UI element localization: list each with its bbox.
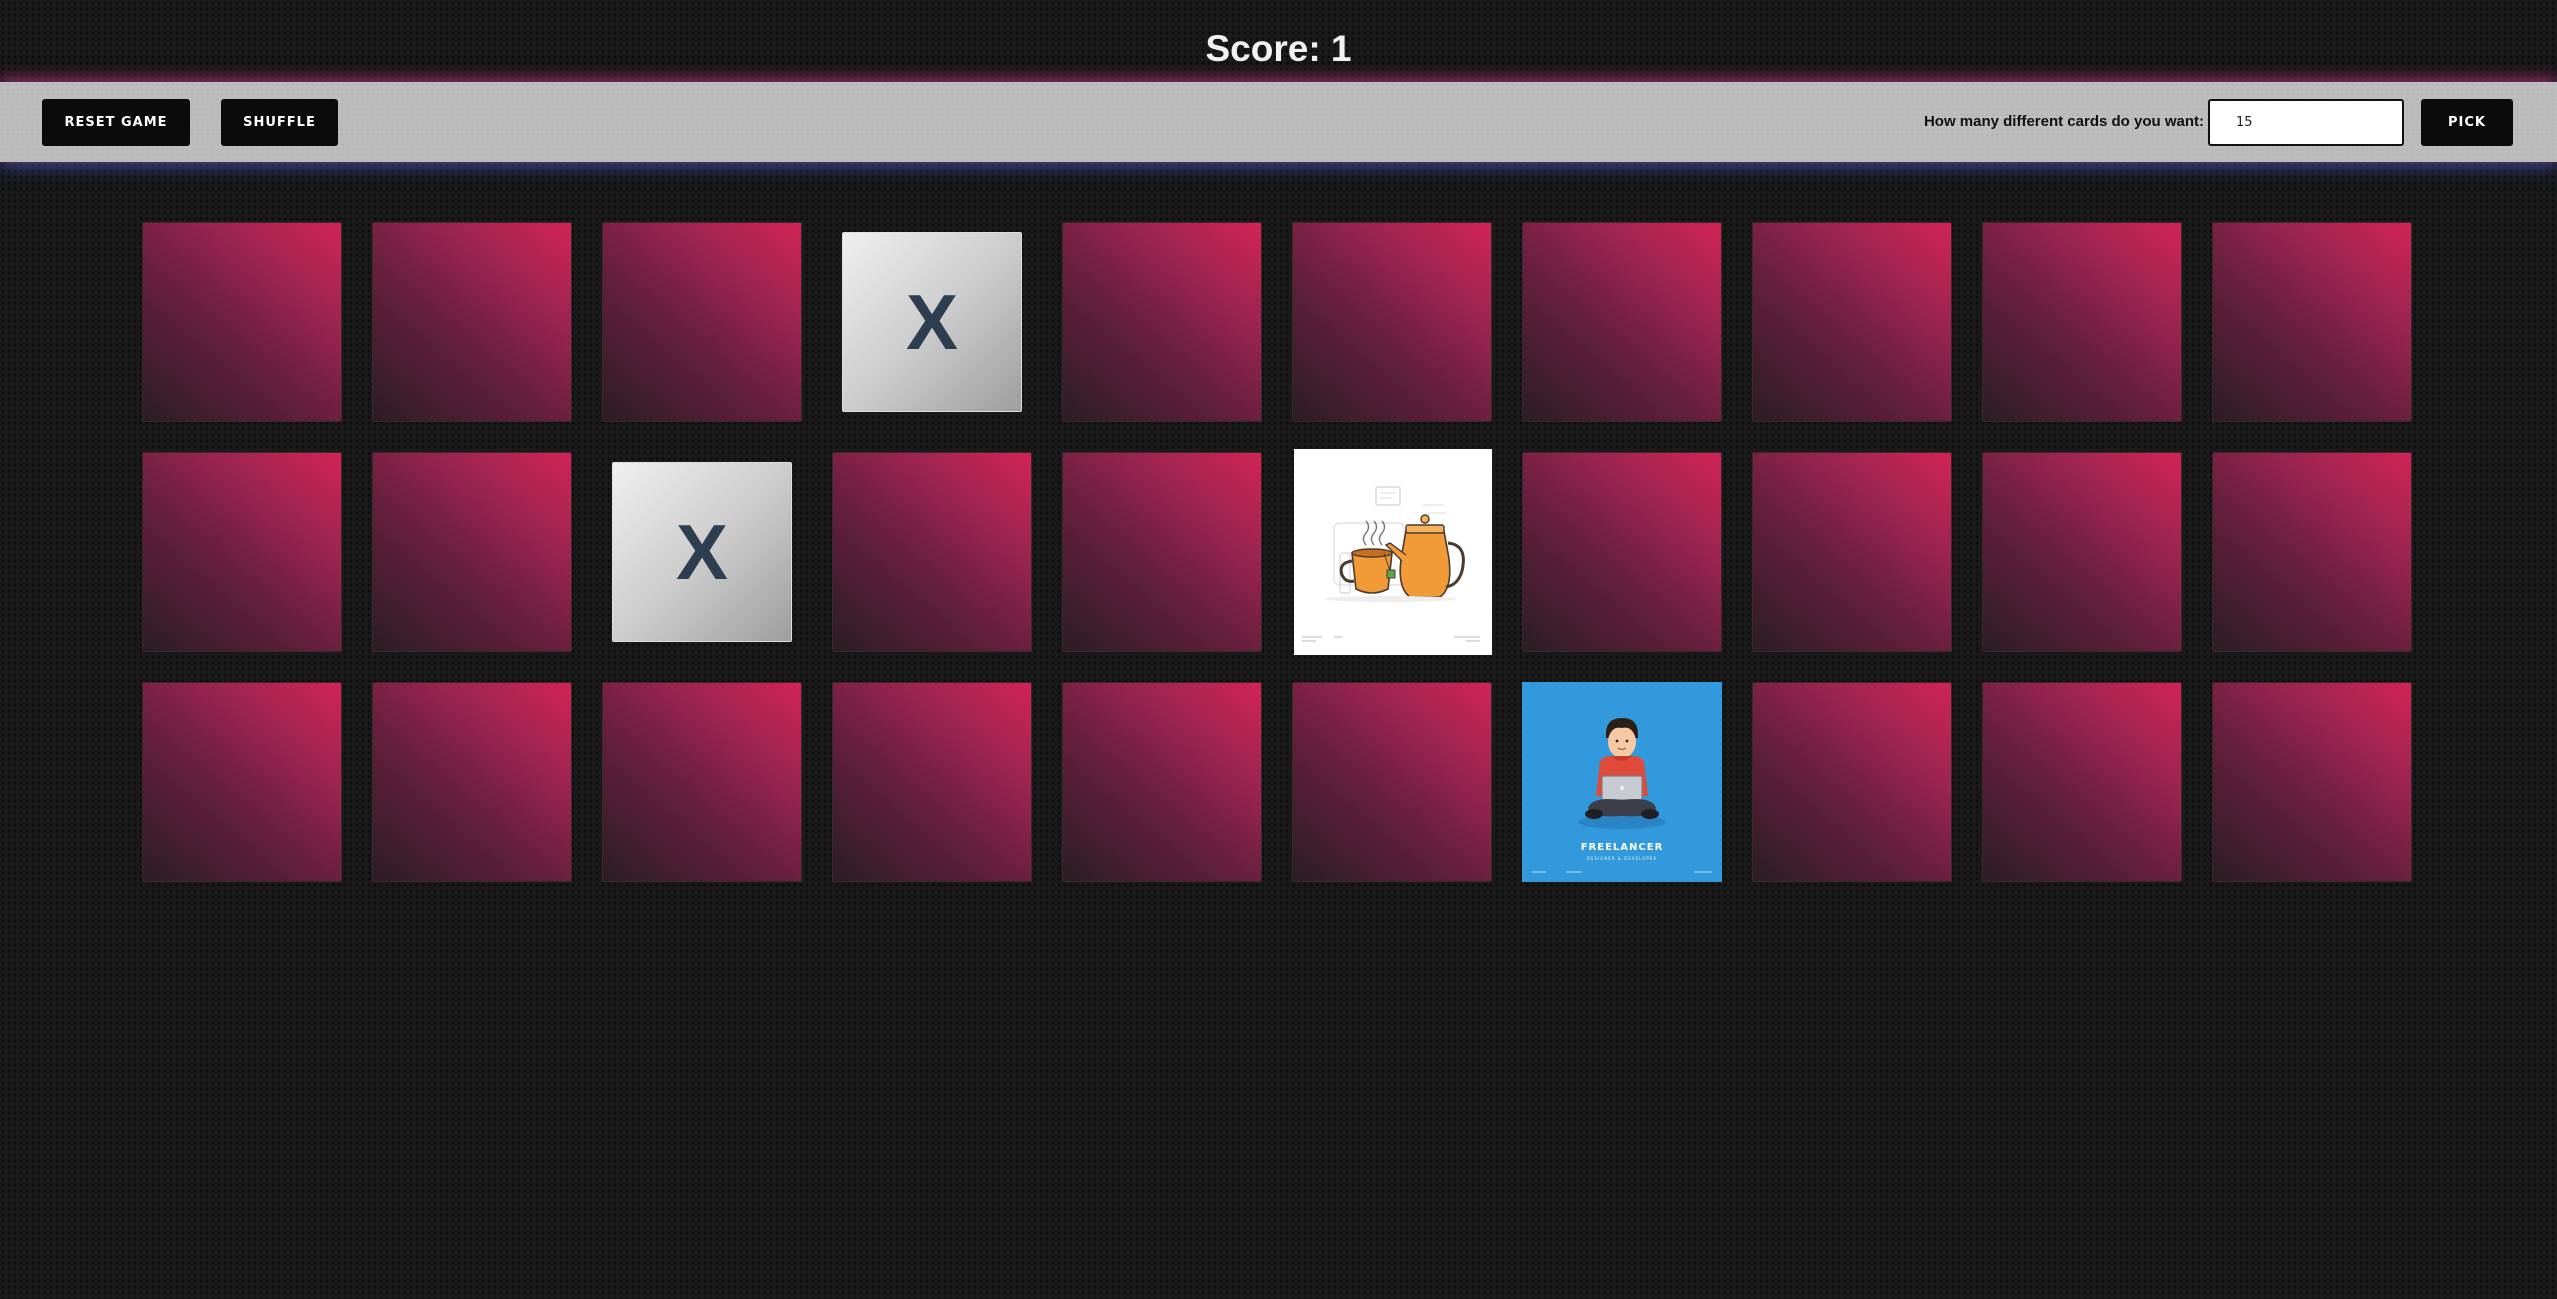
tea-kettle-illustration xyxy=(1302,486,1480,642)
card-face-down[interactable] xyxy=(602,222,802,422)
card-face-down[interactable] xyxy=(1752,452,1952,652)
card-face-down[interactable] xyxy=(372,452,572,652)
reset-game-button[interactable]: Reset Game xyxy=(42,99,190,146)
card-face-down[interactable] xyxy=(2212,452,2412,652)
toolbar: Reset Game Shuffle How many different ca… xyxy=(0,82,2557,162)
card-face-down[interactable] xyxy=(832,682,1032,882)
card-face-down[interactable] xyxy=(372,682,572,882)
card-matched: X xyxy=(832,222,1032,422)
shuffle-button[interactable]: Shuffle xyxy=(221,99,338,146)
card-face-down[interactable] xyxy=(142,682,342,882)
card-face-down[interactable] xyxy=(602,682,802,882)
score-display: Score: 1 xyxy=(1205,28,1352,69)
freelancer-caption: FREELANCER xyxy=(1580,842,1664,853)
card-face-down[interactable] xyxy=(1982,222,2182,422)
card-face-down[interactable] xyxy=(1982,452,2182,652)
card-face-down[interactable] xyxy=(1752,222,1952,422)
matched-tile: X xyxy=(612,462,792,642)
card-revealed-freelancer[interactable]: FREELANCER DESIGNER & DEVELOPER xyxy=(1522,682,1722,882)
matched-tile: X xyxy=(842,232,1022,412)
card-face-down[interactable] xyxy=(1062,222,1262,422)
freelancer-subcaption: DESIGNER & DEVELOPER xyxy=(1586,856,1658,861)
matched-x-mark: X xyxy=(905,277,959,366)
card-face-down[interactable] xyxy=(1522,452,1722,652)
card-face-down[interactable] xyxy=(1522,222,1722,422)
card-matched: X xyxy=(602,452,802,652)
card-face-down[interactable] xyxy=(1062,452,1262,652)
pick-button[interactable]: Pick xyxy=(2421,99,2513,146)
card-count-label: How many different cards do you want: xyxy=(1923,113,2204,130)
card-face-down[interactable] xyxy=(142,452,342,652)
card-count-input[interactable] xyxy=(2208,99,2404,146)
card-face-down[interactable] xyxy=(1292,222,1492,422)
card-face-down[interactable] xyxy=(1062,682,1262,882)
card-face-down[interactable] xyxy=(1292,682,1492,882)
card-face-down[interactable] xyxy=(2212,682,2412,882)
card-face-down[interactable] xyxy=(142,222,342,422)
card-face-down[interactable] xyxy=(832,452,1032,652)
card-board: X X FREELANCER DESIGNER & DEVELOPER xyxy=(142,222,2415,882)
card-face-down[interactable] xyxy=(1752,682,1952,882)
matched-x-mark: X xyxy=(675,507,729,596)
card-revealed-tea-kettle[interactable] xyxy=(1294,449,1492,655)
card-face-down[interactable] xyxy=(372,222,572,422)
card-face-down[interactable] xyxy=(2212,222,2412,422)
card-face-down[interactable] xyxy=(1982,682,2182,882)
